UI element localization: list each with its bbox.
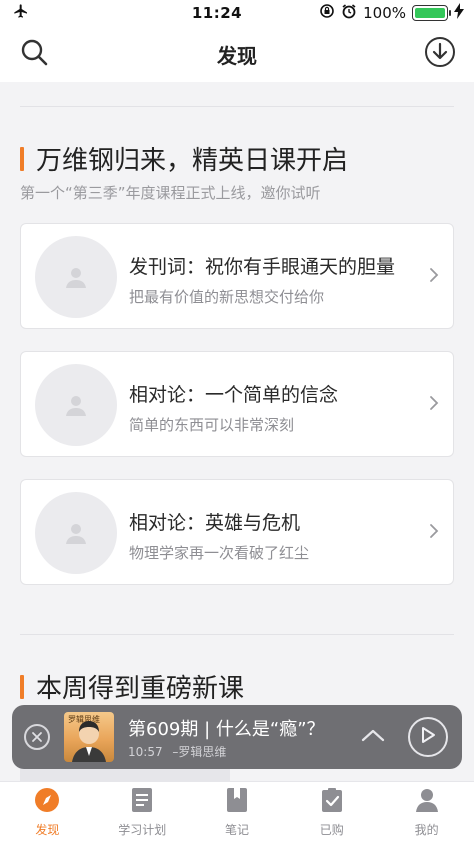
- download-button[interactable]: [422, 36, 458, 72]
- episode-meta: 10:57 –罗辑思维: [128, 743, 232, 760]
- episode-time: 10:57: [128, 745, 163, 759]
- tab-label: 笔记: [224, 823, 249, 837]
- section-title: 本周得到重磅新课: [20, 668, 244, 705]
- avatar-placeholder: [35, 236, 117, 318]
- main-content[interactable]: 万维钢归来，精英日课开启 第一个“第三季”年度课程正式上线，邀你试听 发刊词：祝…: [0, 82, 474, 782]
- section-title-text: 万维钢归来，精英日课开启: [36, 146, 349, 176]
- status-time: 11:24: [191, 4, 243, 22]
- episode-thumbnail: 罗辑思维: [64, 712, 114, 762]
- compass-icon: [34, 787, 60, 817]
- chevron-right-icon: [429, 522, 439, 544]
- bottom-tab-bar: 发现 学习计划 笔记 已购 我的: [0, 781, 474, 843]
- divider: [20, 634, 454, 635]
- user-placeholder-icon: [66, 524, 86, 544]
- card-title: 相对论：英雄与危机: [129, 512, 301, 534]
- expand-player-button[interactable]: [360, 725, 386, 751]
- episode-title: 第609期 | 什么是“瘾”？: [128, 719, 325, 740]
- plan-icon: [130, 787, 154, 817]
- episode-author: –罗辑思维: [172, 745, 227, 759]
- user-placeholder-icon: [66, 268, 86, 288]
- section-title: 万维钢归来，精英日课开启: [20, 140, 348, 177]
- download-icon: [424, 36, 456, 72]
- host-portrait-icon: [72, 721, 106, 762]
- battery-text: 100%: [363, 4, 406, 22]
- section-accent-bar: [20, 674, 24, 699]
- card-subtitle: 简单的东西可以非常深刻: [129, 416, 295, 434]
- user-placeholder-icon: [66, 396, 86, 416]
- audio-player-bar[interactable]: 罗辑思维 第609期 | 什么是“瘾”？ 10:57 –罗辑思维: [12, 705, 462, 769]
- card-subtitle: 物理学家再一次看破了红尘: [129, 544, 310, 562]
- tab-label: 我的: [414, 823, 439, 837]
- page-title: 发现: [217, 43, 257, 68]
- section-title-text: 本周得到重磅新课: [36, 674, 245, 704]
- tab-notes[interactable]: 笔记: [190, 782, 285, 843]
- status-bar: 11:24 100%: [0, 0, 474, 26]
- tab-label: 已购: [319, 823, 344, 837]
- chevron-right-icon: [429, 394, 439, 416]
- status-left: [10, 3, 130, 23]
- close-player-button[interactable]: [24, 724, 50, 750]
- divider: [20, 106, 454, 107]
- avatar-placeholder: [35, 364, 117, 446]
- airplane-icon: [10, 3, 32, 23]
- bookmark-icon: [225, 787, 249, 817]
- play-button[interactable]: [408, 717, 448, 757]
- tab-label: 发现: [35, 823, 60, 837]
- close-icon: [31, 728, 43, 747]
- search-icon: [20, 38, 48, 70]
- search-button[interactable]: [16, 36, 52, 72]
- course-card[interactable]: 相对论：英雄与危机 物理学家再一次看破了红尘: [20, 479, 454, 585]
- card-subtitle: 把最有价值的新思想交付给你: [129, 288, 325, 306]
- battery-icon: [412, 5, 451, 21]
- avatar-placeholder: [35, 492, 117, 574]
- course-card[interactable]: 相对论：一个简单的信念 简单的东西可以非常深刻: [20, 351, 454, 457]
- alarm-icon: [341, 3, 357, 23]
- top-nav: 发现: [0, 26, 474, 82]
- course-card[interactable]: 发刊词：祝你有手眼通天的胆量 把最有价值的新思想交付给你: [20, 223, 454, 329]
- chevron-up-icon: [360, 729, 386, 751]
- tab-study-plan[interactable]: 学习计划: [95, 782, 190, 843]
- tab-label: 学习计划: [118, 823, 167, 837]
- card-title: 发刊词：祝你有手眼通天的胆量: [129, 256, 396, 278]
- rotation-lock-icon: [319, 3, 335, 23]
- tab-profile[interactable]: 我的: [379, 782, 474, 843]
- battery-fill: [415, 8, 445, 18]
- play-icon: [420, 726, 436, 748]
- section-accent-bar: [20, 146, 24, 171]
- status-right: 100%: [304, 3, 464, 23]
- purchased-icon: [320, 787, 344, 817]
- section-subtitle: 第一个“第三季”年度课程正式上线，邀你试听: [20, 184, 321, 202]
- card-title: 相对论：一个简单的信念: [129, 384, 339, 406]
- tab-purchased[interactable]: 已购: [284, 782, 379, 843]
- chevron-right-icon: [429, 266, 439, 288]
- profile-icon: [415, 787, 439, 817]
- tab-discover[interactable]: 发现: [0, 782, 95, 843]
- charging-icon: [454, 3, 464, 23]
